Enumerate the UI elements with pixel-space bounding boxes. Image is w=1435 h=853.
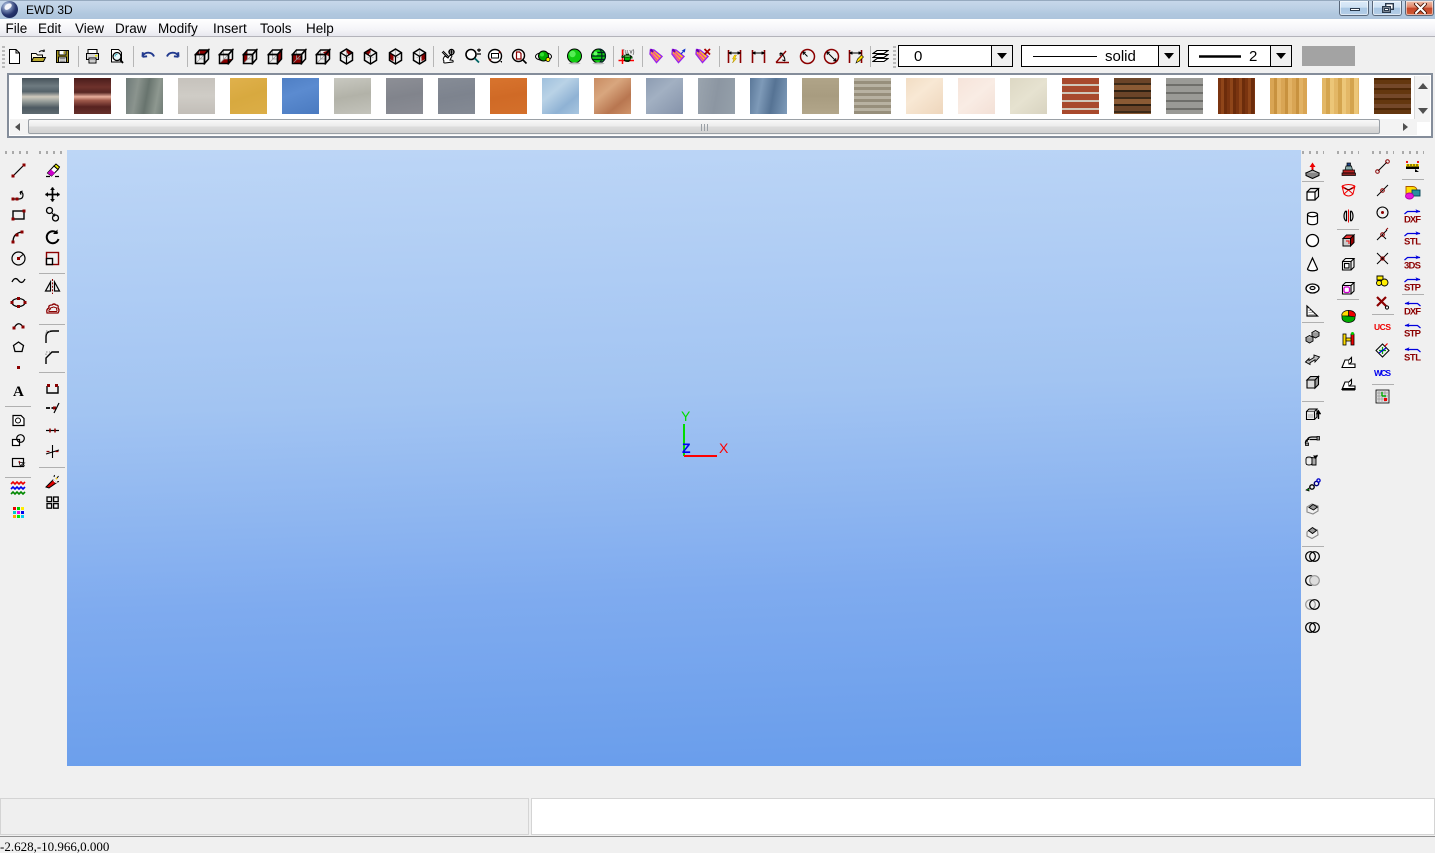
svg-text:3DS: 3DS — [1404, 261, 1421, 271]
svg-text:DXF: DXF — [1404, 215, 1421, 225]
svg-text:STL: STL — [1404, 237, 1421, 247]
svg-text:A: A — [13, 384, 24, 399]
svg-text:Z: Z — [682, 440, 691, 456]
svg-text:DXF: DXF — [1404, 307, 1421, 317]
svg-text:STP: STP — [1404, 329, 1421, 339]
svg-text:STL: STL — [1404, 353, 1421, 363]
svg-text:WCS: WCS — [1374, 368, 1391, 378]
svg-text:Y: Y — [681, 408, 691, 424]
svg-text:STP: STP — [1404, 283, 1421, 293]
svg-text:X: X — [719, 440, 729, 456]
svg-text:UCS: UCS — [1374, 322, 1391, 332]
